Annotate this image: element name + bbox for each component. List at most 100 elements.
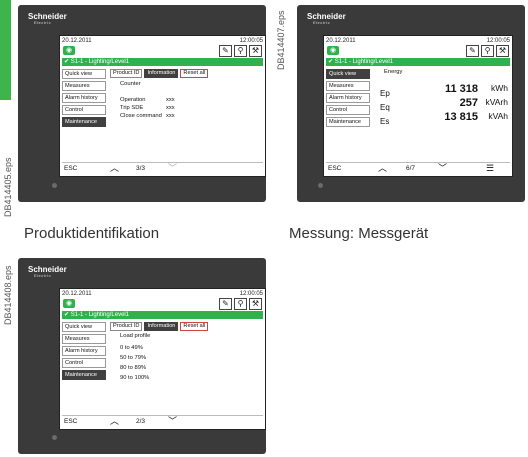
tools-icon[interactable]: ⚒: [249, 45, 262, 57]
side-menu: Quick view Measures Alarm history Contro…: [326, 69, 370, 129]
device-screen-2: 20.12.2011 12:00:05 ◉ ✎ ⚲ ⚒ ✔ S1-1 - Ligh…: [323, 35, 513, 177]
time-label: 12:00:05: [239, 291, 263, 297]
menu-quick-view[interactable]: Quick view: [62, 69, 106, 79]
date-label: 20.12.2011: [62, 38, 92, 44]
bottom-bar: ESC ︿ 6/7 ﹀ ☰: [326, 162, 510, 174]
counter-list: Counter Operation xxx Trip SDE xxx Close c…: [120, 80, 250, 120]
bottom-bar: ESC ︿ 3/3 ﹀: [62, 162, 263, 174]
list-item: [120, 88, 250, 96]
breaker-bar: ✔ S1-1 - Lighting/Level1: [326, 58, 510, 66]
toolbar: ✎ ⚲ ⚒: [219, 45, 262, 57]
list-item: 0 to 49%: [120, 345, 143, 351]
esc-button[interactable]: ESC: [328, 163, 341, 174]
menu-icon[interactable]: ☰: [486, 163, 494, 174]
time-label: 12:00:05: [239, 38, 263, 44]
date-label: 20.12.2011: [62, 291, 92, 297]
brand-logo: Schneider Electric: [28, 265, 67, 278]
chevron-up-icon[interactable]: ︿: [378, 163, 387, 174]
chevron-down-icon[interactable]: ﹀: [438, 163, 447, 174]
page-indicator: 2/3: [136, 418, 146, 425]
edit-icon[interactable]: ✎: [466, 45, 479, 57]
green-accent-bar: [0, 0, 11, 100]
side-menu: Quick view Measures Alarm history Contro…: [62, 69, 106, 129]
eye-icon[interactable]: ◉: [63, 46, 75, 55]
chevron-down-icon[interactable]: ﹀: [168, 163, 177, 174]
list-item: 80 to 89%: [120, 365, 147, 371]
device-panel-2: Schneider Electric 20.12.2011 12:00:05 ◉ ✎…: [297, 5, 525, 202]
eye-icon[interactable]: ◉: [63, 299, 75, 308]
tools-icon[interactable]: ⚒: [496, 45, 509, 57]
menu-measures[interactable]: Measures: [62, 81, 106, 91]
menu-alarm-history[interactable]: Alarm history: [62, 93, 106, 103]
menu-maintenance[interactable]: Maintenance: [326, 117, 370, 127]
status-line: 20.12.2011 12:00:05: [326, 38, 510, 44]
menu-control[interactable]: Control: [62, 105, 106, 115]
edit-icon[interactable]: ✎: [219, 45, 232, 57]
status-line: 20.12.2011 12:00:05: [62, 291, 263, 297]
tab-bar: Product ID Information Reset all: [110, 69, 209, 78]
status-led: [318, 183, 323, 188]
edit-icon[interactable]: ✎: [219, 298, 232, 310]
menu-measures[interactable]: Measures: [62, 334, 106, 344]
figure-code-3: DB414408.eps: [3, 265, 13, 325]
time-label: 12:00:05: [486, 38, 510, 44]
search-icon[interactable]: ⚲: [234, 45, 247, 57]
side-menu: Quick view Measures Alarm history Contro…: [62, 322, 106, 382]
status-led: [52, 183, 57, 188]
list-item: Trip SDE xxx: [120, 105, 175, 111]
list-title: Load profile: [120, 333, 151, 339]
load-profile-list: Load profile 0 to 49% 50 to 79% 80 to 89…: [120, 332, 250, 383]
tab-bar: Product ID Information Reset all: [110, 322, 209, 331]
menu-measures[interactable]: Measures: [326, 81, 370, 91]
page-indicator: 3/3: [136, 165, 146, 172]
tab-information[interactable]: Information: [144, 322, 179, 331]
search-icon[interactable]: ⚲: [481, 45, 494, 57]
device-panel-3: Schneider Electric 20.12.2011 12:00:05 ◉ ✎…: [18, 258, 266, 454]
list-item: Operation xxx: [120, 97, 175, 103]
menu-control[interactable]: Control: [62, 358, 106, 368]
device-panel-1: Schneider Electric 20.12.2011 12:00:05 ◉ ✎…: [18, 5, 266, 202]
list-item: 50 to 79%: [120, 355, 147, 361]
tools-icon[interactable]: ⚒: [249, 298, 262, 310]
menu-maintenance[interactable]: Maintenance: [62, 117, 106, 127]
reset-all-button[interactable]: Reset all: [180, 69, 209, 78]
list-item: Counter: [120, 81, 141, 87]
brand-logo: Schneider Electric: [28, 12, 67, 25]
reset-all-button[interactable]: Reset all: [180, 322, 209, 331]
breaker-bar: ✔ S1-1 - Lighting/Level1: [62, 311, 263, 319]
menu-alarm-history[interactable]: Alarm history: [326, 93, 370, 103]
figure-code-1: DB414405.eps: [3, 157, 13, 217]
list-item: Close command xxx: [120, 113, 175, 119]
chevron-up-icon[interactable]: ︿: [110, 416, 119, 427]
energy-title: Energy: [384, 69, 403, 75]
menu-alarm-history[interactable]: Alarm history: [62, 346, 106, 356]
menu-quick-view[interactable]: Quick view: [326, 69, 370, 79]
bottom-bar: ESC ︿ 2/3 ﹀: [62, 415, 263, 427]
energy-row-es: Es 13 815 kVAh: [380, 111, 508, 126]
menu-control[interactable]: Control: [326, 105, 370, 115]
tab-product-id[interactable]: Product ID: [110, 322, 143, 331]
esc-button[interactable]: ESC: [64, 416, 77, 427]
device-screen-3: 20.12.2011 12:00:05 ◉ ✎ ⚲ ⚒ ✔ S1-1 - Ligh…: [59, 288, 266, 430]
menu-quick-view[interactable]: Quick view: [62, 322, 106, 332]
caption-measurement: Messung: Messgerät: [289, 225, 429, 242]
device-screen-1: 20.12.2011 12:00:05 ◉ ✎ ⚲ ⚒ ✔ S1-1 - Ligh…: [59, 35, 266, 177]
tab-information[interactable]: Information: [144, 69, 179, 78]
date-label: 20.12.2011: [326, 38, 356, 44]
toolbar: ✎ ⚲ ⚒: [219, 298, 262, 310]
tab-product-id[interactable]: Product ID: [110, 69, 143, 78]
page-indicator: 6/7: [406, 165, 416, 172]
chevron-down-icon[interactable]: ﹀: [168, 416, 177, 427]
esc-button[interactable]: ESC: [64, 163, 77, 174]
status-line: 20.12.2011 12:00:05: [62, 38, 263, 44]
figure-code-2: DB414407.eps: [276, 10, 286, 70]
menu-maintenance[interactable]: Maintenance: [62, 370, 106, 380]
brand-logo: Schneider Electric: [307, 12, 346, 25]
eye-icon[interactable]: ◉: [327, 46, 339, 55]
search-icon[interactable]: ⚲: [234, 298, 247, 310]
list-item: 90 to 100%: [120, 375, 150, 381]
caption-product-identification: Produktidentifikation: [24, 225, 160, 242]
chevron-up-icon[interactable]: ︿: [110, 163, 119, 174]
breaker-bar: ✔ S1-1 - Lighting/Level1: [62, 58, 263, 66]
status-led: [52, 435, 57, 440]
